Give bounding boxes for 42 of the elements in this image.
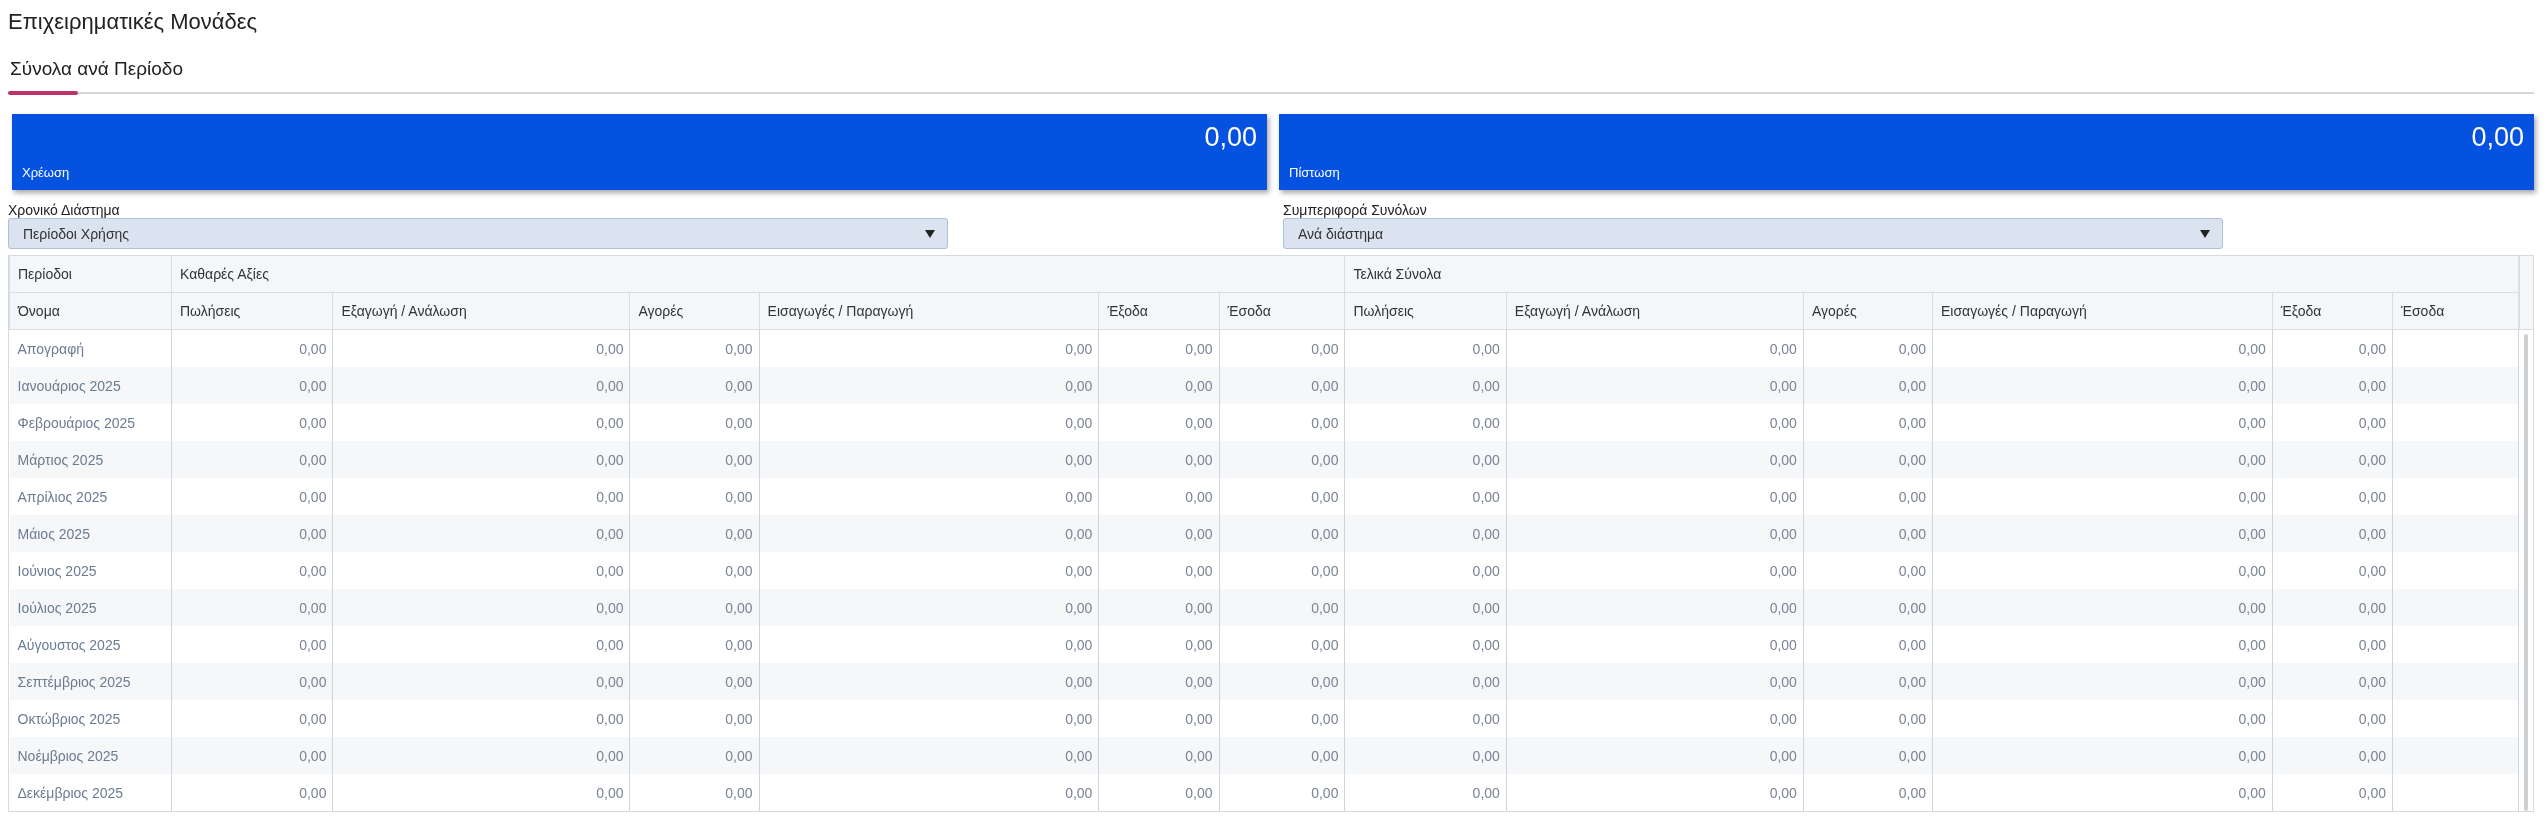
column-header: Πωλήσεις [171, 292, 333, 330]
column-header: Έξοδα [2272, 292, 2393, 330]
card-label: Πίστωση [1289, 165, 1341, 180]
table-cell: 0,00 [332, 774, 630, 811]
caret-icon [2200, 229, 2210, 238]
column-header: Έξοδα [1098, 292, 1220, 330]
table-cell: 0,00 [1219, 774, 1345, 811]
column-header: Έσοδα [2392, 292, 2519, 330]
card-value: 0,00 [2471, 122, 2524, 153]
period-name: Δεκέμβριος 2025 [9, 774, 172, 811]
card-value: 0,00 [1204, 122, 1257, 153]
table-cell: 0,00 [1344, 774, 1507, 811]
caret-icon [925, 229, 935, 238]
scrollbar-thumb[interactable] [2524, 334, 2528, 811]
column-header: Εξαγωγή / Ανάλωση [332, 292, 630, 330]
tab[interactable]: Σύνολα ανά Περίοδο [8, 52, 183, 92]
column-header: Εξαγωγή / Ανάλωση [1506, 292, 1804, 330]
filter-select[interactable]: Περίοδοι Χρήσης [8, 218, 948, 249]
column-header: Αγορές [629, 292, 760, 330]
tab-indicator [8, 91, 78, 95]
group-header: Καθαρές Αξίες [171, 256, 1345, 293]
table-cell: 0,00 [1506, 774, 1804, 811]
group-header: Τελικά Σύνολα [1344, 256, 2519, 293]
table-cell: 0,00 [1803, 774, 1933, 811]
card-label: Χρέωση [22, 165, 71, 180]
column-header: Έσοδα [1219, 292, 1345, 330]
table-cell: 0,00 [1932, 774, 2273, 811]
group-header: Περίοδοι [9, 256, 172, 293]
column-header: Όνομα [9, 292, 172, 330]
column-header: Εισαγωγές / Παραγωγή [1932, 292, 2273, 330]
table-cell: 0,00 [2272, 774, 2393, 811]
table-cell: 0,00 [1098, 774, 1220, 811]
column-header: Αγορές [1803, 292, 1933, 330]
table-cell: 0,00 [759, 774, 1099, 811]
page-title: Επιχειρηματικές Μονάδες [8, 8, 259, 36]
filter-label: Συμπεριφορά Συνόλων [1283, 202, 1427, 218]
table-cell: 0,00 [171, 774, 333, 811]
column-header: Εισαγωγές / Παραγωγή [759, 292, 1099, 330]
column-header: Πωλήσεις [1344, 292, 1507, 330]
filter-select[interactable]: Ανά διάστημα [1283, 218, 2223, 249]
filter-label: Χρονικό Διάστημα [8, 202, 120, 218]
table-cell: 0,00 [629, 774, 760, 811]
